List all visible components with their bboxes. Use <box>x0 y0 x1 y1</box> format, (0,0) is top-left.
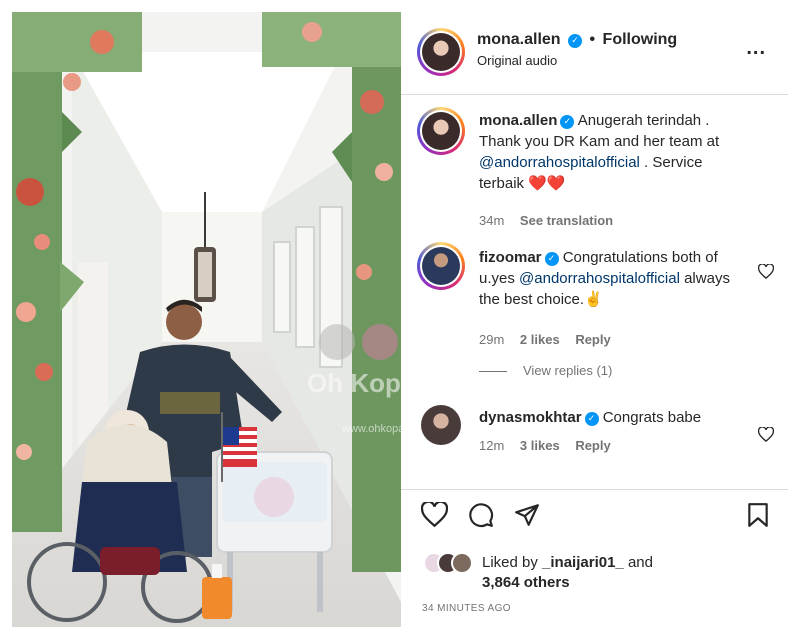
verified-icon: ✓ <box>568 33 583 48</box>
verified-icon: ✓ <box>584 411 599 426</box>
comment-likes-button[interactable]: 3 likes <box>520 438 560 453</box>
commenter-avatar[interactable] <box>421 405 461 445</box>
following-button[interactable]: Following <box>603 31 678 48</box>
divider <box>401 489 788 490</box>
follow-separator: • <box>589 31 596 48</box>
verified-icon: ✓ <box>544 251 559 266</box>
comment-item: dynasmokhtar ✓ Congrats babe 12m 3 likes … <box>401 405 788 465</box>
action-bar <box>401 500 788 540</box>
post-timestamp: 34 MINUTES AGO <box>422 603 511 614</box>
verified-icon: ✓ <box>560 114 575 129</box>
post-header: mona.allen ✓ • Following Original audio … <box>401 12 788 94</box>
caption-time: 34m <box>479 213 505 228</box>
mention-link[interactable]: @andorrahospitalofficial <box>519 270 680 287</box>
view-replies-label: View replies (1) <box>523 363 613 378</box>
comment-item: fizoomar ✓ Congratulations both of u.yes … <box>401 242 788 347</box>
post-side-panel: mona.allen ✓ • Following Original audio … <box>401 12 788 627</box>
comment-likes-button[interactable]: 2 likes <box>520 332 560 347</box>
reply-button[interactable]: Reply <box>575 438 610 453</box>
reply-button[interactable]: Reply <box>575 332 610 347</box>
likes-count-button[interactable]: 3,864 others <box>482 574 570 591</box>
liker-avatar[interactable] <box>451 552 473 574</box>
post-image[interactable]: Oh Kopak www.ohkopak.com <box>12 12 401 627</box>
mention-link[interactable]: @andorrahospitalofficial <box>479 154 640 171</box>
original-audio-link[interactable]: Original audio <box>477 53 557 68</box>
caption-avatar[interactable] <box>417 107 465 155</box>
author-username[interactable]: mona.allen <box>477 31 561 48</box>
victory-emoji: ✌️ <box>584 291 603 308</box>
commenter-avatar[interactable] <box>417 242 465 290</box>
liker-username[interactable]: _inaijari01_ <box>542 554 624 571</box>
see-translation-button[interactable]: See translation <box>520 213 613 228</box>
liked-by: Liked by _inaijari01_ and 3,864 others <box>423 552 783 591</box>
watermark-url: www.ohkopak.com <box>341 423 401 435</box>
bookmark-icon[interactable] <box>747 502 769 533</box>
comment-text: Congrats babe <box>602 409 702 426</box>
comment-time: 12m <box>479 438 505 453</box>
caption-username[interactable]: mona.allen <box>479 112 557 129</box>
liked-by-prefix: Liked by <box>482 554 543 571</box>
view-replies-button[interactable]: View replies (1) <box>479 363 612 378</box>
comment-time: 29m <box>479 332 505 347</box>
caption: mona.allen ✓ Anugerah terindah . Thank yo… <box>401 107 788 228</box>
watermark: Oh Kopak <box>307 368 401 398</box>
heart-icon[interactable] <box>420 500 449 532</box>
comment-username[interactable]: fizoomar <box>479 249 542 266</box>
comment-username[interactable]: dynasmokhtar <box>479 409 582 426</box>
author-avatar[interactable] <box>417 28 465 76</box>
more-options-icon[interactable]: ... <box>746 37 766 60</box>
replies-line <box>479 371 507 373</box>
comment-like-heart-icon[interactable] <box>757 426 775 445</box>
divider <box>401 94 788 95</box>
heart-emoji: ❤️❤️ <box>528 175 566 192</box>
comment-like-heart-icon[interactable] <box>757 263 775 282</box>
liked-by-and: and <box>623 554 653 571</box>
comment-icon[interactable] <box>468 502 494 533</box>
share-icon[interactable] <box>514 502 540 533</box>
